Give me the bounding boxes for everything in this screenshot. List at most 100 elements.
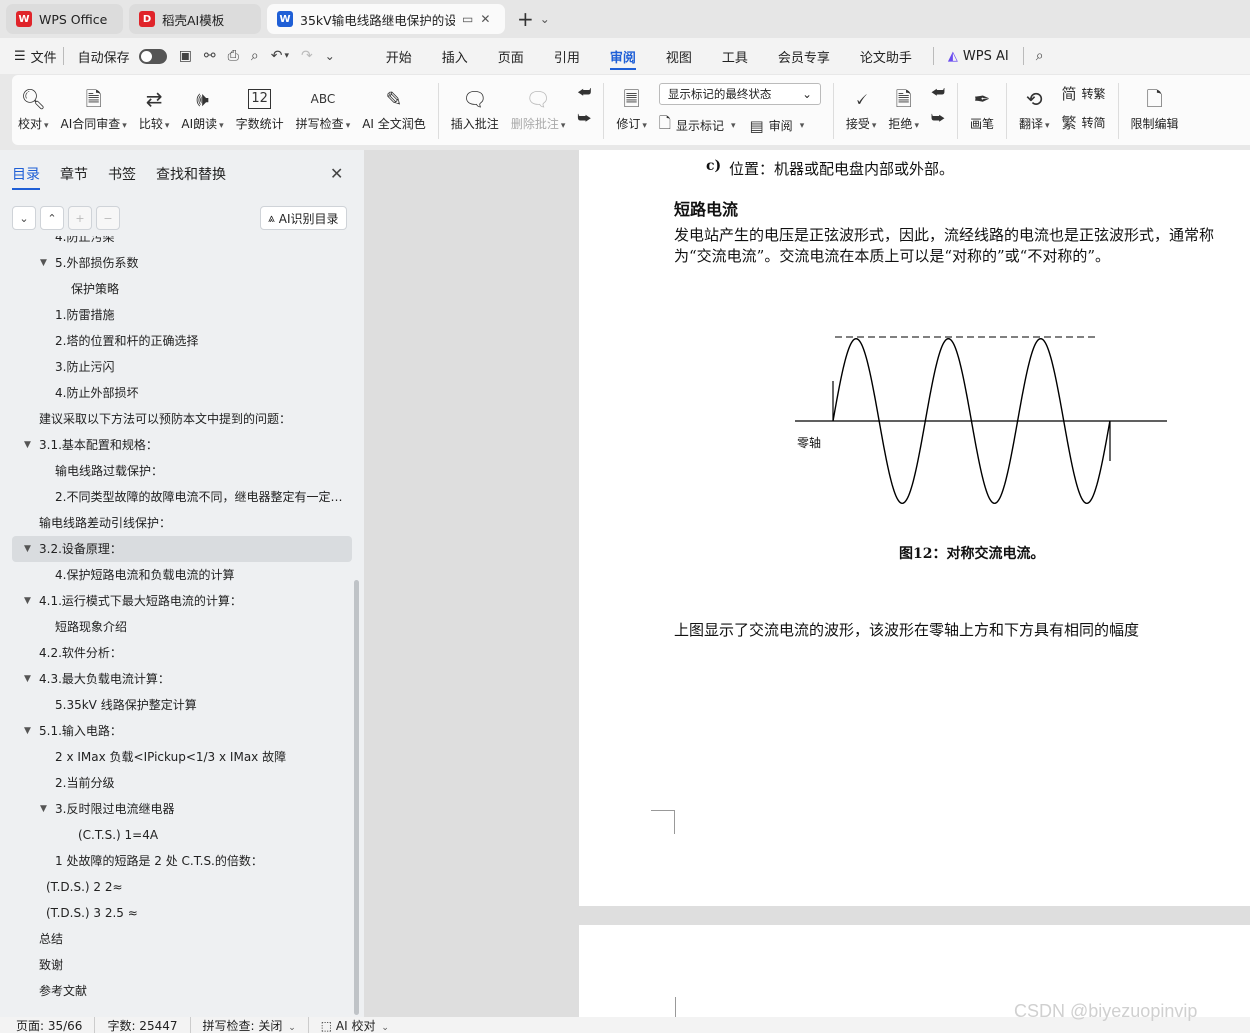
toc-item[interactable]: 2.不同类型故障的故障电流不同，继电器整定有一定的限制： xyxy=(12,484,352,510)
to-traditional-button[interactable]: 简转繁 xyxy=(1062,83,1106,104)
expand-arrow-icon[interactable]: ▼ xyxy=(24,588,31,614)
close-tab-icon[interactable]: ✕ xyxy=(480,12,490,26)
search-icon[interactable]: ⌕ xyxy=(1036,48,1044,64)
toc-scrollbar[interactable] xyxy=(354,580,359,1015)
expand-arrow-icon[interactable]: ▼ xyxy=(24,666,31,692)
undo-icon[interactable]: ↶ xyxy=(271,48,283,64)
compare-button[interactable]: ⇄ 比较 ▾ xyxy=(133,83,176,132)
toc-item[interactable]: ▼ 3.2.设备原理： xyxy=(12,536,352,562)
spell-check-button[interactable]: ABC 拼写检查 ▾ xyxy=(290,83,357,132)
print-icon[interactable]: ⎙ xyxy=(228,48,239,64)
nav-tab-find-replace[interactable]: 查找和替换 xyxy=(156,164,226,190)
expand-arrow-icon[interactable]: ▼ xyxy=(24,536,31,562)
previous-revision-icon[interactable]: ⮨ xyxy=(931,83,945,101)
review-pane-button[interactable]: ▤ 审阅 ▾ xyxy=(749,113,804,138)
translate-button[interactable]: ⟲ 翻译 ▾ xyxy=(1013,83,1056,132)
remove-icon[interactable]: − xyxy=(96,206,120,230)
revise-button[interactable]: 🗏 修订 ▾ xyxy=(610,83,653,132)
screen-icon[interactable]: ▭ xyxy=(462,12,473,26)
toc-item[interactable]: 4.保护短路电流和负载电流的计算 xyxy=(12,562,352,588)
toc-item[interactable]: (T.D.S.) 2 2≈ xyxy=(12,874,352,900)
tab-document[interactable]: W 35kV输电线路继电保护的设计 ▭ ✕ xyxy=(267,4,505,34)
toc-item[interactable]: (T.D.S.) 3 2.5 ≈ xyxy=(12,900,352,926)
toc-item[interactable]: ▼ 3.反时限过电流继电器 xyxy=(12,796,352,822)
tab-thesis-assistant[interactable]: 论文助手 xyxy=(845,38,927,74)
tab-review[interactable]: 审阅 xyxy=(595,38,651,74)
more-icon[interactable]: ⌄ xyxy=(325,49,335,63)
tab-member[interactable]: 会员专享 xyxy=(763,38,845,74)
toc-item[interactable]: 输电线路差动引线保护： xyxy=(12,510,352,536)
tab-docer-ai-template[interactable]: D 稻壳AI模板 xyxy=(129,4,261,34)
toc-item[interactable]: 4.防止污染 xyxy=(12,236,352,250)
expand-arrow-icon[interactable]: ▼ xyxy=(40,250,47,276)
toc-item[interactable]: 1.防雷措施 xyxy=(12,302,352,328)
word-count-indicator[interactable]: 字数: 25447 xyxy=(107,1016,191,1033)
toc-item[interactable]: 1 处故障的短路是 2 处 C.T.S.的倍数： xyxy=(12,848,352,874)
tab-start[interactable]: 开始 xyxy=(371,38,427,74)
collapse-up-icon[interactable]: ⌃ xyxy=(40,206,64,230)
expand-arrow-icon[interactable]: ▼ xyxy=(24,432,31,458)
save-icon[interactable]: ▣ xyxy=(179,48,192,64)
nav-tab-chapters[interactable]: 章节 xyxy=(60,164,88,190)
undo-dropdown-icon[interactable]: ▾ xyxy=(284,51,289,61)
toc-item[interactable]: 2.塔的位置和杆的正确选择 xyxy=(12,328,352,354)
read-aloud-button[interactable]: 🕪 AI朗读 ▾ xyxy=(175,83,229,132)
to-simplified-button[interactable]: 繁转简 xyxy=(1062,112,1106,133)
tab-view[interactable]: 视图 xyxy=(651,38,707,74)
ai-polish-button[interactable]: ✎ AI 全文润色 xyxy=(356,83,432,132)
toc-item[interactable]: ▼ 4.1.运行模式下最大短路电流的计算： xyxy=(12,588,352,614)
toc-item[interactable]: 参考文献 xyxy=(12,978,352,1004)
tab-wps-office[interactable]: W WPS Office xyxy=(6,4,123,34)
file-menu[interactable]: ☰ 文件 xyxy=(14,47,57,66)
nav-tab-toc[interactable]: 目录 xyxy=(12,164,40,190)
ai-toc-button[interactable]: ⩓ AI识别目录 xyxy=(260,206,347,230)
toc-item[interactable]: ▼ 3.1.基本配置和规格： xyxy=(12,432,352,458)
ai-proofread-status[interactable]: ⬚ AI 校对 ⌄ xyxy=(321,1017,401,1033)
new-tab-icon[interactable]: + xyxy=(517,7,534,31)
toc-item[interactable]: (C.T.S.) 1=4A xyxy=(12,822,352,848)
close-icon[interactable]: ✕ xyxy=(330,164,343,183)
tab-insert[interactable]: 插入 xyxy=(427,38,483,74)
next-comment-icon[interactable]: ⮩ xyxy=(577,109,591,127)
toc-item[interactable]: ▼ 5.外部损伤系数 xyxy=(12,250,352,276)
nav-tab-bookmarks[interactable]: 书签 xyxy=(108,164,136,190)
reject-button[interactable]: 🗎 拒绝 ▾ xyxy=(882,83,925,132)
toc-item[interactable]: 致谢 xyxy=(12,952,352,978)
wps-ai-button[interactable]: ◭ WPS AI xyxy=(948,49,1009,64)
contract-review-button[interactable]: 🗎 AI合同审查 ▾ xyxy=(55,83,133,132)
markup-state-select[interactable]: 显示标记的最终状态 ⌄ xyxy=(658,83,821,105)
toc-item[interactable]: 2 x IMax 负载<IPickup<1/3 x IMax 故障 xyxy=(12,744,352,770)
next-revision-icon[interactable]: ⮩ xyxy=(931,109,945,127)
redo-icon[interactable]: ↷ xyxy=(301,48,313,64)
expand-down-icon[interactable]: ⌄ xyxy=(12,206,36,230)
insert-comment-button[interactable]: 🗨 插入批注 xyxy=(445,83,505,132)
expand-arrow-icon[interactable]: ▼ xyxy=(40,796,47,822)
spell-check-status[interactable]: 拼写检查: 关闭 ⌄ xyxy=(203,1016,309,1033)
toc-item[interactable]: 2.当前分级 xyxy=(12,770,352,796)
toggle-switch[interactable] xyxy=(138,48,167,64)
toc-item[interactable]: ▼ 5.1.输入电路： xyxy=(12,718,352,744)
page-indicator[interactable]: 页面: 35/66 xyxy=(16,1016,96,1033)
toc-item[interactable]: 总结 xyxy=(12,926,352,952)
toc-item[interactable]: 4.2.软件分析： xyxy=(12,640,352,666)
toc-item[interactable]: 短路现象介绍 xyxy=(12,614,352,640)
toc-item[interactable]: 5.35kV 线路保护整定计算 xyxy=(12,692,352,718)
print-preview-icon[interactable]: ⌕ xyxy=(251,48,259,64)
link-icon[interactable]: ⚯ xyxy=(204,48,216,64)
delete-comment-button[interactable]: 🗨 删除批注 ▾ xyxy=(505,83,572,132)
tab-tools[interactable]: 工具 xyxy=(707,38,763,74)
chevron-down-icon[interactable]: ⌄ xyxy=(540,12,550,26)
toc-item[interactable]: 保护策略 xyxy=(12,276,352,302)
toc-item[interactable]: 建议采取以下方法可以预防本文中提到的问题： xyxy=(12,406,352,432)
restrict-edit-button[interactable]: 🗋 限制编辑 xyxy=(1125,83,1185,132)
word-count-button[interactable]: 12 字数统计 xyxy=(230,83,290,132)
accept-button[interactable]: 🗸 接受 ▾ xyxy=(840,83,883,132)
toc-item[interactable]: 3.防止污闪 xyxy=(12,354,352,380)
previous-comment-icon[interactable]: ⮨ xyxy=(577,83,591,101)
proofread-button[interactable]: 🔍︎ 校对 ▾ xyxy=(12,83,55,132)
pen-button[interactable]: ✒ 画笔 xyxy=(964,83,1000,132)
add-icon[interactable]: + xyxy=(68,206,92,230)
autosave-toggle[interactable]: 自动保存 xyxy=(78,47,167,66)
tab-page[interactable]: 页面 xyxy=(483,38,539,74)
show-markup-button[interactable]: 🗋 显示标记 ▾ xyxy=(659,113,736,138)
